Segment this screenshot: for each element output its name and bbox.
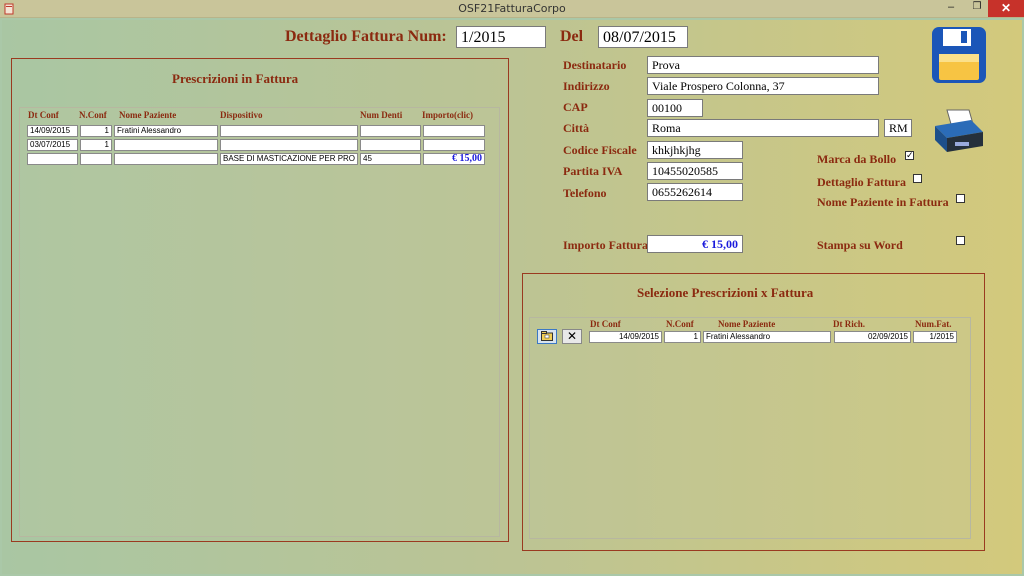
close-button[interactable]: ✕ (988, 0, 1024, 17)
save-disk-icon[interactable] (931, 26, 987, 84)
sel-row0-n-conf[interactable]: 1 (664, 331, 701, 343)
citta-label: Città (563, 121, 589, 135)
destinatario-label: Destinatario (563, 58, 627, 72)
row2-nome[interactable] (114, 153, 218, 165)
minimize-button[interactable]: ‒ (940, 1, 962, 17)
delete-row-button[interactable]: ✕ (562, 329, 582, 344)
provincia-field[interactable]: RM (884, 119, 912, 137)
row2-importo[interactable]: € 15,00 (423, 153, 485, 165)
importo-fattura-field[interactable]: € 15,00 (647, 235, 743, 253)
telefono-field[interactable]: 0655262614 (647, 183, 743, 201)
importo-fattura-label: Importo Fattura (563, 238, 648, 252)
telefono-label: Telefono (563, 186, 607, 200)
dettaglio-fattura-label: Dettaglio Fattura (817, 175, 906, 189)
invoice-date-field[interactable]: 08/07/2015 (598, 26, 688, 48)
row1-importo[interactable] (423, 139, 485, 151)
maximize-button[interactable]: ❐ (966, 1, 988, 17)
row1-nome[interactable] (114, 139, 218, 151)
title-bar: OSF21FatturaCorpo ‒ ❐ ✕ (0, 0, 1024, 18)
nome-paziente-fattura-label: Nome Paziente in Fattura (817, 195, 949, 209)
sel-row0-dt-rich[interactable]: 02/09/2015 (834, 331, 911, 343)
col-dt-conf: Dt Conf (28, 110, 59, 120)
selection-title: Selezione Prescrizioni x Fattura (637, 285, 814, 300)
prescriptions-title: Prescrizioni in Fattura (172, 71, 299, 86)
col-dispositivo: Dispositivo (220, 110, 263, 120)
row2-dt-conf[interactable] (27, 153, 78, 165)
sel-col-n-conf: N.Conf (666, 319, 694, 329)
col-n-conf: N.Conf (79, 110, 107, 120)
sel-col-num-fat: Num.Fat. (915, 319, 952, 329)
printer-icon[interactable] (933, 106, 985, 154)
codice-fiscale-label: Codice Fiscale (563, 143, 637, 157)
col-num-denti: Num Denti (360, 110, 403, 120)
citta-field[interactable]: Roma (647, 119, 879, 137)
partita-iva-label: Partita IVA (563, 164, 623, 178)
row0-importo[interactable] (423, 125, 485, 137)
row1-dispositivo[interactable] (220, 139, 358, 151)
invoice-number-label: Dettaglio Fattura Num: (285, 28, 447, 45)
selection-grid (529, 317, 971, 539)
partita-iva-field[interactable]: 10455020585 (647, 162, 743, 180)
stampa-word-label: Stampa su Word (817, 238, 903, 252)
row1-dt-conf[interactable]: 03/07/2015 (27, 139, 78, 151)
row2-n-conf[interactable] (80, 153, 112, 165)
marca-bollo-checkbox[interactable]: ✓ (905, 151, 914, 160)
destinatario-field[interactable]: Prova (647, 56, 879, 74)
col-nome-paziente: Nome Paziente (119, 110, 177, 120)
dettaglio-fattura-checkbox[interactable] (913, 174, 922, 183)
prescriptions-grid (19, 107, 500, 537)
cap-label: CAP (563, 100, 588, 114)
row0-nome[interactable]: Fratini Alessandro (114, 125, 218, 137)
codice-fiscale-field[interactable]: khkjhkjhg (647, 141, 743, 159)
col-importo: Importo(clic) (422, 110, 473, 120)
stampa-word-checkbox[interactable] (956, 236, 965, 245)
indirizzo-label: Indirizzo (563, 79, 610, 93)
row2-num-denti[interactable]: 45 (360, 153, 421, 165)
sel-row0-num-fat[interactable]: 1/2015 (913, 331, 957, 343)
indirizzo-field[interactable]: Viale Prospero Colonna, 37 (647, 77, 879, 95)
invoice-number-field[interactable]: 1/2015 (456, 26, 546, 48)
row0-dt-conf[interactable]: 14/09/2015 (27, 125, 78, 137)
nome-paziente-fattura-checkbox[interactable] (956, 194, 965, 203)
window-title: OSF21FatturaCorpo (458, 2, 566, 15)
row0-n-conf[interactable]: 1 (80, 125, 112, 137)
row0-num-denti[interactable] (360, 125, 421, 137)
row1-num-denti[interactable] (360, 139, 421, 151)
sel-col-dt-conf: Dt Conf (590, 319, 621, 329)
row2-dispositivo[interactable]: BASE DI MASTICAZIONE PER PRO (220, 153, 358, 165)
invoice-date-label: Del (560, 28, 584, 45)
sel-col-dt-rich: Dt Rich. (833, 319, 865, 329)
row1-n-conf[interactable]: 1 (80, 139, 112, 151)
folder-select-icon (541, 331, 553, 341)
sel-row0-nome[interactable]: Fratini Alessandro (703, 331, 831, 343)
row0-dispositivo[interactable] (220, 125, 358, 137)
sel-row0-dt-conf[interactable]: 14/09/2015 (589, 331, 662, 343)
select-row-button[interactable] (537, 329, 557, 344)
marca-bollo-label: Marca da Bollo (817, 152, 897, 166)
sel-col-nome: Nome Paziente (718, 319, 776, 329)
form-client-area: Dettaglio Fattura Num: 1/2015 Del 08/07/… (0, 18, 1024, 576)
cap-field[interactable]: 00100 (647, 99, 703, 117)
